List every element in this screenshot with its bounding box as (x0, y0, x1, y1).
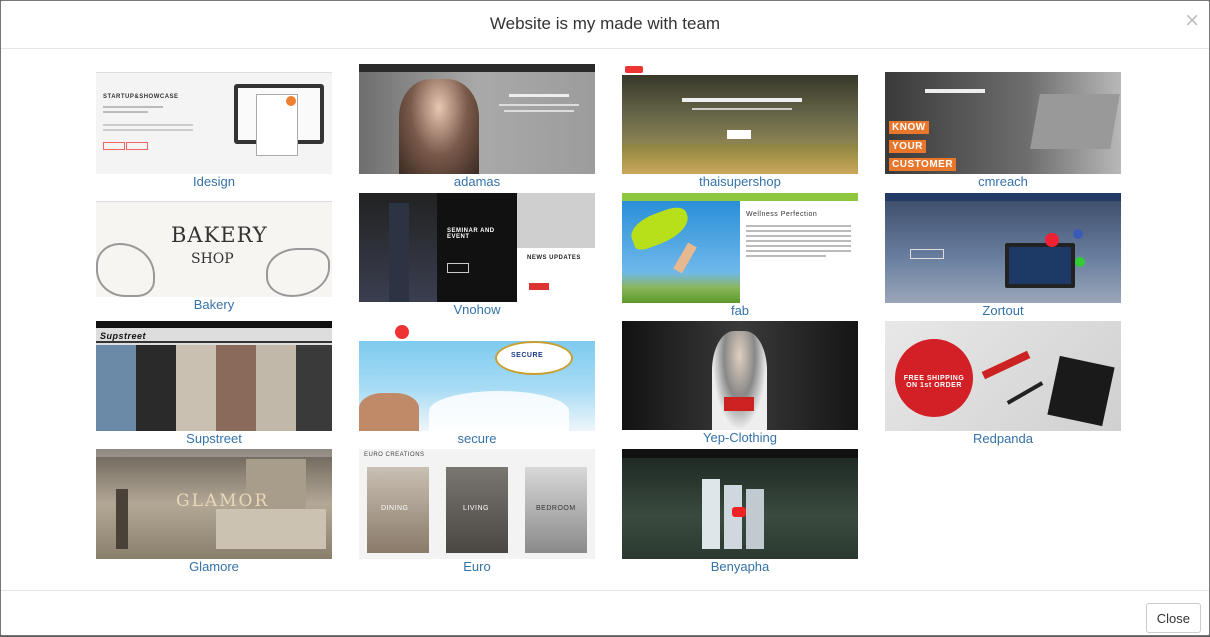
modal-footer: Close (1, 590, 1209, 635)
portfolio-card-fab[interactable]: Wellness Perfection fab (622, 193, 858, 318)
portfolio-card-idesign[interactable]: STARTUP&SHOWCASE Idesign (96, 64, 332, 189)
euro-living: LIVING (463, 505, 489, 512)
close-icon[interactable]: × (1184, 11, 1200, 30)
euro-brand: EURO CREATIONS (364, 452, 425, 458)
thumbnail-cmreach[interactable]: KNOW YOUR CUSTOMER (885, 64, 1121, 174)
cmreach-customer: CUSTOMER (889, 158, 957, 171)
portfolio-link[interactable]: Bakery (96, 298, 332, 312)
portfolio-card-benyapha[interactable]: Benyapha (622, 449, 858, 574)
portfolio-card-cmreach[interactable]: KNOW YOUR CUSTOMER cmreach (885, 64, 1121, 189)
euro-bedroom: BEDROOM (536, 505, 576, 512)
secure-badge: SECURE (511, 352, 544, 359)
portfolio-card-zortout[interactable]: Zortout (885, 193, 1121, 318)
bakery-subtitle: SHOP (191, 251, 234, 267)
portfolio-link[interactable]: Yep-Clothing (622, 431, 858, 445)
close-button[interactable]: Close (1145, 603, 1201, 633)
thumbnail-bakery[interactable]: BAKERY SHOP (96, 193, 332, 297)
modal-header: Website is my made with team × (1, 1, 1209, 49)
cmreach-your: YOUR (889, 140, 926, 153)
portfolio-link[interactable]: Glamore (96, 560, 332, 574)
bakery-title: BAKERY (171, 223, 268, 247)
thumbnail-benyapha[interactable] (622, 449, 858, 559)
portfolio-grid: STARTUP&SHOWCASE Idesign adamas thaisupe… (96, 64, 1126, 584)
play-icon (732, 507, 746, 517)
portfolio-card-yep-clothing[interactable]: Yep-Clothing (622, 321, 858, 445)
redpanda-offer: FREE SHIPPING ON 1st ORDER (903, 375, 965, 389)
thumbnail-glamore[interactable]: GLAMOR (96, 449, 332, 559)
portfolio-card-vnohow[interactable]: SEMINAR AND EVENT NEWS UPDATES Vnohow (359, 193, 595, 317)
portfolio-card-thaisupershop[interactable]: thaisupershop (622, 64, 858, 189)
portfolio-card-redpanda[interactable]: FREE SHIPPING ON 1st ORDER Redpanda (885, 321, 1121, 446)
thumbnail-thaisupershop[interactable] (622, 64, 858, 174)
vnohow-news: NEWS UPDATES (527, 255, 581, 261)
thumbnail-yep-clothing[interactable] (622, 321, 858, 430)
glamore-logo: GLAMOR (176, 491, 270, 511)
thumbnail-secure[interactable]: SECURE (359, 321, 595, 431)
modal-title: Website is my made with team (489, 14, 721, 33)
portfolio-card-adamas[interactable]: adamas (359, 64, 595, 189)
portfolio-card-euro[interactable]: EURO CREATIONS DINING LIVING BEDROOM Eur… (359, 449, 595, 574)
portfolio-link[interactable]: Euro (359, 560, 595, 574)
portfolio-link[interactable]: Vnohow (359, 303, 595, 317)
thumbnail-redpanda[interactable]: FREE SHIPPING ON 1st ORDER (885, 321, 1121, 431)
thumbnail-idesign[interactable]: STARTUP&SHOWCASE (96, 64, 332, 174)
thumbnail-vnohow[interactable]: SEMINAR AND EVENT NEWS UPDATES (359, 193, 595, 302)
portfolio-link[interactable]: secure (359, 432, 595, 446)
euro-dining: DINING (381, 505, 409, 512)
portfolio-link[interactable]: Supstreet (96, 432, 332, 446)
idesign-heading: STARTUP&SHOWCASE (103, 94, 179, 100)
vnohow-seminar: SEMINAR AND EVENT (447, 228, 495, 240)
portfolio-card-glamore[interactable]: GLAMOR Glamore (96, 449, 332, 574)
thumbnail-fab[interactable]: Wellness Perfection (622, 193, 858, 303)
portfolio-card-supstreet[interactable]: Supstreet Supstreet (96, 321, 332, 446)
thumbnail-supstreet[interactable]: Supstreet (96, 321, 332, 431)
portfolio-link[interactable]: Idesign (96, 175, 332, 189)
thumbnail-zortout[interactable] (885, 193, 1121, 303)
portfolio-link[interactable]: fab (622, 304, 858, 318)
portfolio-card-bakery[interactable]: BAKERY SHOP Bakery (96, 193, 332, 312)
portfolio-link[interactable]: Benyapha (622, 560, 858, 574)
portfolio-link[interactable]: thaisupershop (622, 175, 858, 189)
supstreet-logo: Supstreet (100, 331, 147, 341)
thumbnail-adamas[interactable] (359, 64, 595, 174)
portfolio-link[interactable]: Redpanda (885, 432, 1121, 446)
portfolio-card-secure[interactable]: SECURE secure (359, 321, 595, 446)
portfolio-modal: Website is my made with team × STARTUP&S… (0, 0, 1210, 636)
portfolio-link[interactable]: adamas (359, 175, 595, 189)
portfolio-link[interactable]: Zortout (885, 304, 1121, 318)
cmreach-know: KNOW (889, 121, 929, 134)
fab-heading: Wellness Perfection (746, 211, 818, 218)
portfolio-link[interactable]: cmreach (885, 175, 1121, 189)
thumbnail-euro[interactable]: EURO CREATIONS DINING LIVING BEDROOM (359, 449, 595, 559)
